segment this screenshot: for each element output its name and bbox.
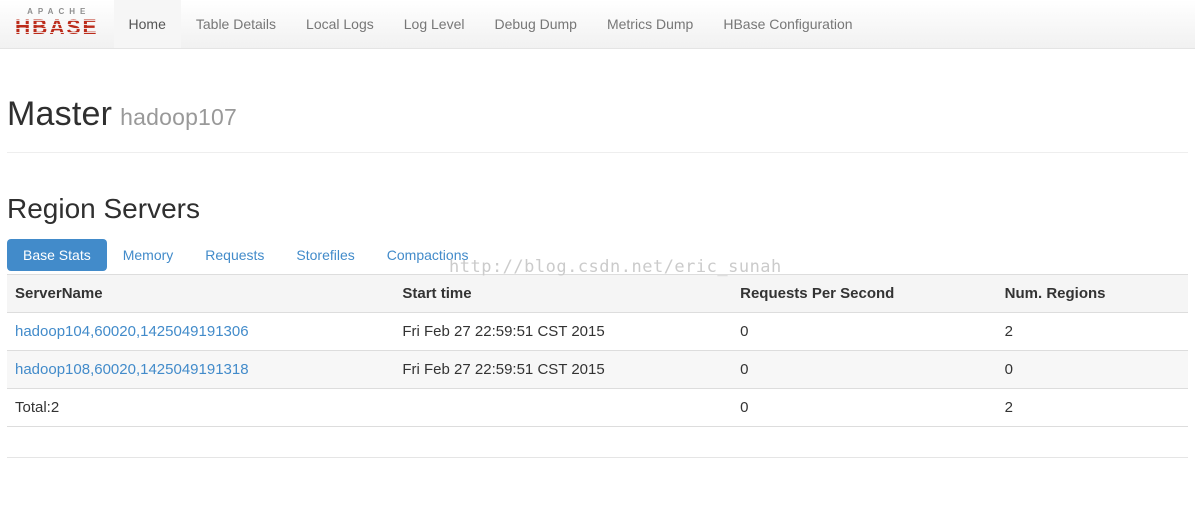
nav-item-local-logs[interactable]: Local Logs bbox=[291, 0, 389, 48]
table-row: hadoop104,60020,1425049191306 Fri Feb 27… bbox=[7, 312, 1188, 351]
divider bbox=[7, 152, 1188, 153]
table-header-row: ServerName Start time Requests Per Secon… bbox=[7, 274, 1188, 313]
col-header-start-time: Start time bbox=[394, 274, 733, 313]
master-title: Master bbox=[7, 95, 113, 133]
tab-storefiles[interactable]: Storefiles bbox=[280, 239, 370, 271]
nav-item-metrics-dump-label[interactable]: Metrics Dump bbox=[592, 0, 708, 48]
cell-num-regions: 0 bbox=[996, 350, 1188, 389]
nav-item-hbase-configuration-label[interactable]: HBase Configuration bbox=[708, 0, 867, 48]
master-hostname: hadoop107 bbox=[120, 104, 238, 130]
cell-start-time: Fri Feb 27 22:59:51 CST 2015 bbox=[394, 312, 733, 351]
cell-requests-per-second: 0 bbox=[732, 388, 997, 427]
col-header-num-regions: Num. Regions bbox=[996, 274, 1188, 313]
tab-requests-label[interactable]: Requests bbox=[189, 239, 280, 271]
col-header-servername: ServerName bbox=[7, 274, 395, 313]
cell-start-time bbox=[394, 388, 733, 427]
table-row: hadoop108,60020,1425049191318 Fri Feb 27… bbox=[7, 350, 1188, 389]
main-content: Master hadoop107 Region Servers Base Stat… bbox=[0, 95, 1195, 458]
cell-requests-per-second: 0 bbox=[732, 350, 997, 389]
nav-item-home-label[interactable]: Home bbox=[113, 0, 181, 48]
region-servers-table: ServerName Start time Requests Per Secon… bbox=[7, 274, 1188, 427]
nav-item-debug-dump-label[interactable]: Debug Dump bbox=[479, 0, 592, 48]
page-title: Master hadoop107 bbox=[7, 95, 1188, 134]
tab-memory[interactable]: Memory bbox=[107, 239, 190, 271]
cell-servername: hadoop108,60020,1425049191318 bbox=[7, 350, 395, 389]
cell-num-regions: 2 bbox=[996, 312, 1188, 351]
col-header-requests-per-second: Requests Per Second bbox=[732, 274, 997, 313]
cell-requests-per-second: 0 bbox=[732, 312, 997, 351]
server-link[interactable]: hadoop104,60020,1425049191306 bbox=[15, 323, 249, 340]
nav-item-table-details-label[interactable]: Table Details bbox=[181, 0, 291, 48]
region-servers-tabs: Base Stats Memory Requests Storefiles Co… bbox=[7, 239, 1188, 271]
nav-item-home[interactable]: Home bbox=[113, 0, 181, 48]
nav-item-log-level-label[interactable]: Log Level bbox=[389, 0, 480, 48]
cell-num-regions: 2 bbox=[996, 388, 1188, 427]
server-link[interactable]: hadoop108,60020,1425049191318 bbox=[15, 361, 249, 378]
tab-compactions[interactable]: Compactions bbox=[371, 239, 485, 271]
nav-item-debug-dump[interactable]: Debug Dump bbox=[479, 0, 592, 48]
tab-base-stats-label[interactable]: Base Stats bbox=[7, 239, 107, 271]
tab-memory-label[interactable]: Memory bbox=[107, 239, 190, 271]
cell-servername: hadoop104,60020,1425049191306 bbox=[7, 312, 395, 351]
nav-item-metrics-dump[interactable]: Metrics Dump bbox=[592, 0, 708, 48]
cell-total-label: Total:2 bbox=[7, 388, 395, 427]
table-total-row: Total:2 0 2 bbox=[7, 388, 1188, 427]
tab-requests[interactable]: Requests bbox=[189, 239, 280, 271]
tab-compactions-label[interactable]: Compactions bbox=[371, 239, 485, 271]
footer-divider bbox=[7, 457, 1188, 458]
nav-item-local-logs-label[interactable]: Local Logs bbox=[291, 0, 389, 48]
nav-item-log-level[interactable]: Log Level bbox=[389, 0, 480, 48]
tab-base-stats[interactable]: Base Stats bbox=[7, 239, 107, 271]
navbar: APACHE HBASE Home Table Details Local Lo… bbox=[0, 0, 1195, 49]
logo-hbase-text: HBASE bbox=[15, 16, 99, 39]
nav-item-table-details[interactable]: Table Details bbox=[181, 0, 291, 48]
hbase-logo[interactable]: APACHE HBASE bbox=[0, 0, 114, 48]
tab-storefiles-label[interactable]: Storefiles bbox=[280, 239, 370, 271]
region-servers-title: Region Servers bbox=[7, 193, 200, 224]
navbar-menu: Home Table Details Local Logs Log Level … bbox=[113, 0, 868, 48]
cell-start-time: Fri Feb 27 22:59:51 CST 2015 bbox=[394, 350, 733, 389]
nav-item-hbase-configuration[interactable]: HBase Configuration bbox=[708, 0, 867, 48]
